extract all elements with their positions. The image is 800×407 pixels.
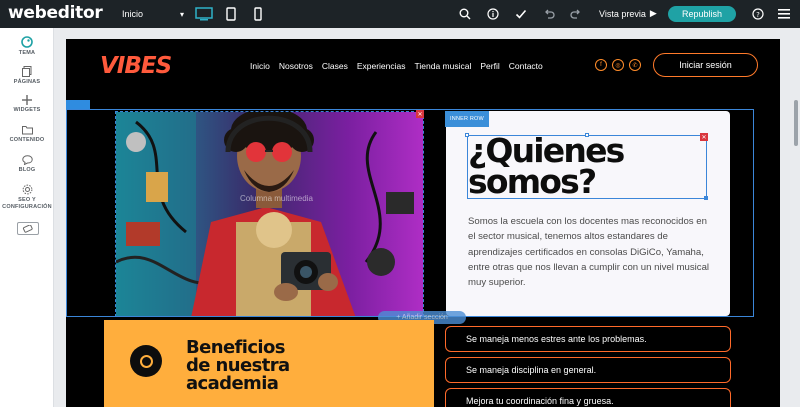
play-icon: ▶: [649, 8, 657, 18]
eraser-icon: [22, 224, 33, 233]
column-watermark: Columna multimedia: [240, 194, 313, 203]
scrollbar-thumb[interactable]: [794, 100, 798, 146]
desktop-icon: [195, 7, 213, 21]
musician-image: [116, 112, 423, 316]
check-icon: [515, 9, 527, 19]
close-icon[interactable]: ✕: [416, 110, 424, 118]
tablet-view-button[interactable]: [220, 4, 242, 24]
sidebar-item-label: PÁGINAS: [13, 79, 41, 85]
canvas-scrollbar[interactable]: [792, 28, 800, 407]
sidebar-item-paginas[interactable]: PÁGINAS: [0, 66, 54, 86]
palette-icon: [21, 36, 33, 48]
resize-handle[interactable]: [465, 133, 469, 137]
menu-button[interactable]: [776, 6, 792, 22]
search-icon: [459, 8, 471, 20]
tablet-icon: [226, 7, 236, 21]
sidebar-item-contenido[interactable]: CONTENIDO: [0, 125, 54, 144]
sidebar-item-blog[interactable]: BLOG: [0, 155, 54, 174]
sidebar-item-label: CONTENIDO: [9, 137, 45, 143]
chat-icon: [21, 155, 33, 165]
info-button[interactable]: [485, 6, 501, 22]
facebook-icon[interactable]: f: [595, 59, 607, 71]
sidebar-item-label: TEMA: [18, 50, 36, 56]
webeditor-logo: webeditor: [8, 3, 103, 23]
mobile-view-button[interactable]: [247, 4, 269, 24]
preview-button[interactable]: Vista previa ▶: [599, 8, 657, 19]
nav-item-inicio[interactable]: Inicio: [250, 61, 270, 71]
info-icon: [487, 8, 499, 20]
benefit-item[interactable]: Se maneja menos estres ante los problema…: [445, 326, 731, 352]
desktop-view-button[interactable]: [193, 4, 215, 24]
about-paragraph[interactable]: Somos la escuela con los docentes mas re…: [468, 214, 713, 290]
check-button[interactable]: [513, 6, 529, 22]
inner-row-tag[interactable]: INNER ROW: [445, 111, 489, 127]
hamburger-menu-icon: [778, 9, 790, 19]
sidebar-item-label: WIDGETS: [13, 107, 41, 113]
sidebar-item-label: BLOG: [18, 167, 36, 173]
help-icon: ?: [752, 8, 764, 20]
help-button[interactable]: ?: [750, 6, 766, 22]
redo-icon: [570, 9, 580, 19]
logo-editor-text: editor: [46, 3, 103, 23]
nav-item-experiencias[interactable]: Experiencias: [357, 61, 406, 71]
sidebar-item-tema[interactable]: TEMA: [0, 36, 54, 57]
editor-toolbar: webeditor Inicio ▾ Vista previa ▶ Republ…: [0, 0, 800, 28]
nav-item-clases[interactable]: Clases: [322, 61, 348, 71]
sidebar-item-label: SEO Y CONFIGURACIÓN: [2, 197, 52, 210]
nav-item-tienda[interactable]: Tienda musical: [415, 61, 472, 71]
benefits-title[interactable]: Beneficios de nuestra academia: [186, 339, 386, 393]
vinyl-disc-icon: [130, 345, 162, 377]
benefits-title-line-3: academia: [186, 373, 279, 394]
site-logo[interactable]: VIBES: [100, 53, 172, 79]
folder-icon: [21, 126, 33, 135]
page-selector-value: Inicio: [122, 9, 144, 19]
heading-line-2: somos?: [468, 162, 597, 201]
hero-photo[interactable]: [115, 111, 424, 317]
republish-button[interactable]: Republish: [668, 6, 736, 22]
benefit-item[interactable]: Se maneja disciplina en general.: [445, 357, 731, 383]
about-heading[interactable]: ¿Quienes somos?: [468, 134, 708, 201]
nav-item-contacto[interactable]: Contacto: [509, 61, 543, 71]
sidebar-item-seo[interactable]: SEO Y CONFIGURACIÓN: [0, 184, 54, 211]
instagram-icon[interactable]: ◎: [612, 59, 624, 71]
site-nav: Inicio Nosotros Clases Experiencias Tien…: [250, 61, 543, 71]
undo-icon: [545, 9, 555, 19]
pages-icon: [22, 66, 32, 77]
preview-label: Vista previa: [599, 8, 646, 19]
editor-canvas: VIBES Inicio Nosotros Clases Experiencia…: [54, 28, 794, 407]
benefit-item[interactable]: Mejora tu coordinación fina y gruesa.: [445, 388, 731, 407]
search-button[interactable]: [457, 6, 473, 22]
whatsapp-icon[interactable]: ✆: [629, 59, 641, 71]
plus-icon: [22, 95, 32, 105]
page-selector[interactable]: Inicio ▾: [114, 5, 188, 23]
svg-text:?: ?: [756, 11, 760, 19]
row-tag[interactable]: [66, 100, 90, 109]
close-icon[interactable]: ✕: [700, 133, 708, 141]
resize-handle[interactable]: [585, 133, 589, 137]
nav-item-nosotros[interactable]: Nosotros: [279, 61, 313, 71]
gear-icon: [22, 184, 32, 195]
login-button[interactable]: Iniciar sesión: [653, 53, 758, 77]
sidebar-item-widgets[interactable]: WIDGETS: [0, 95, 54, 114]
view-toggle-button[interactable]: [17, 222, 39, 235]
chevron-down-icon: ▾: [179, 9, 184, 19]
resize-handle[interactable]: [704, 196, 708, 200]
mobile-icon: [254, 7, 262, 21]
undo-button[interactable]: [541, 6, 557, 22]
redo-button[interactable]: [568, 6, 584, 22]
logo-web-text: web: [8, 3, 47, 23]
site-page: VIBES Inicio Nosotros Clases Experiencia…: [66, 39, 780, 407]
editor-sidebar: TEMA PÁGINAS WIDGETS CONTENIDO BLOG SEO …: [0, 28, 54, 407]
nav-item-perfil[interactable]: Perfil: [480, 61, 499, 71]
